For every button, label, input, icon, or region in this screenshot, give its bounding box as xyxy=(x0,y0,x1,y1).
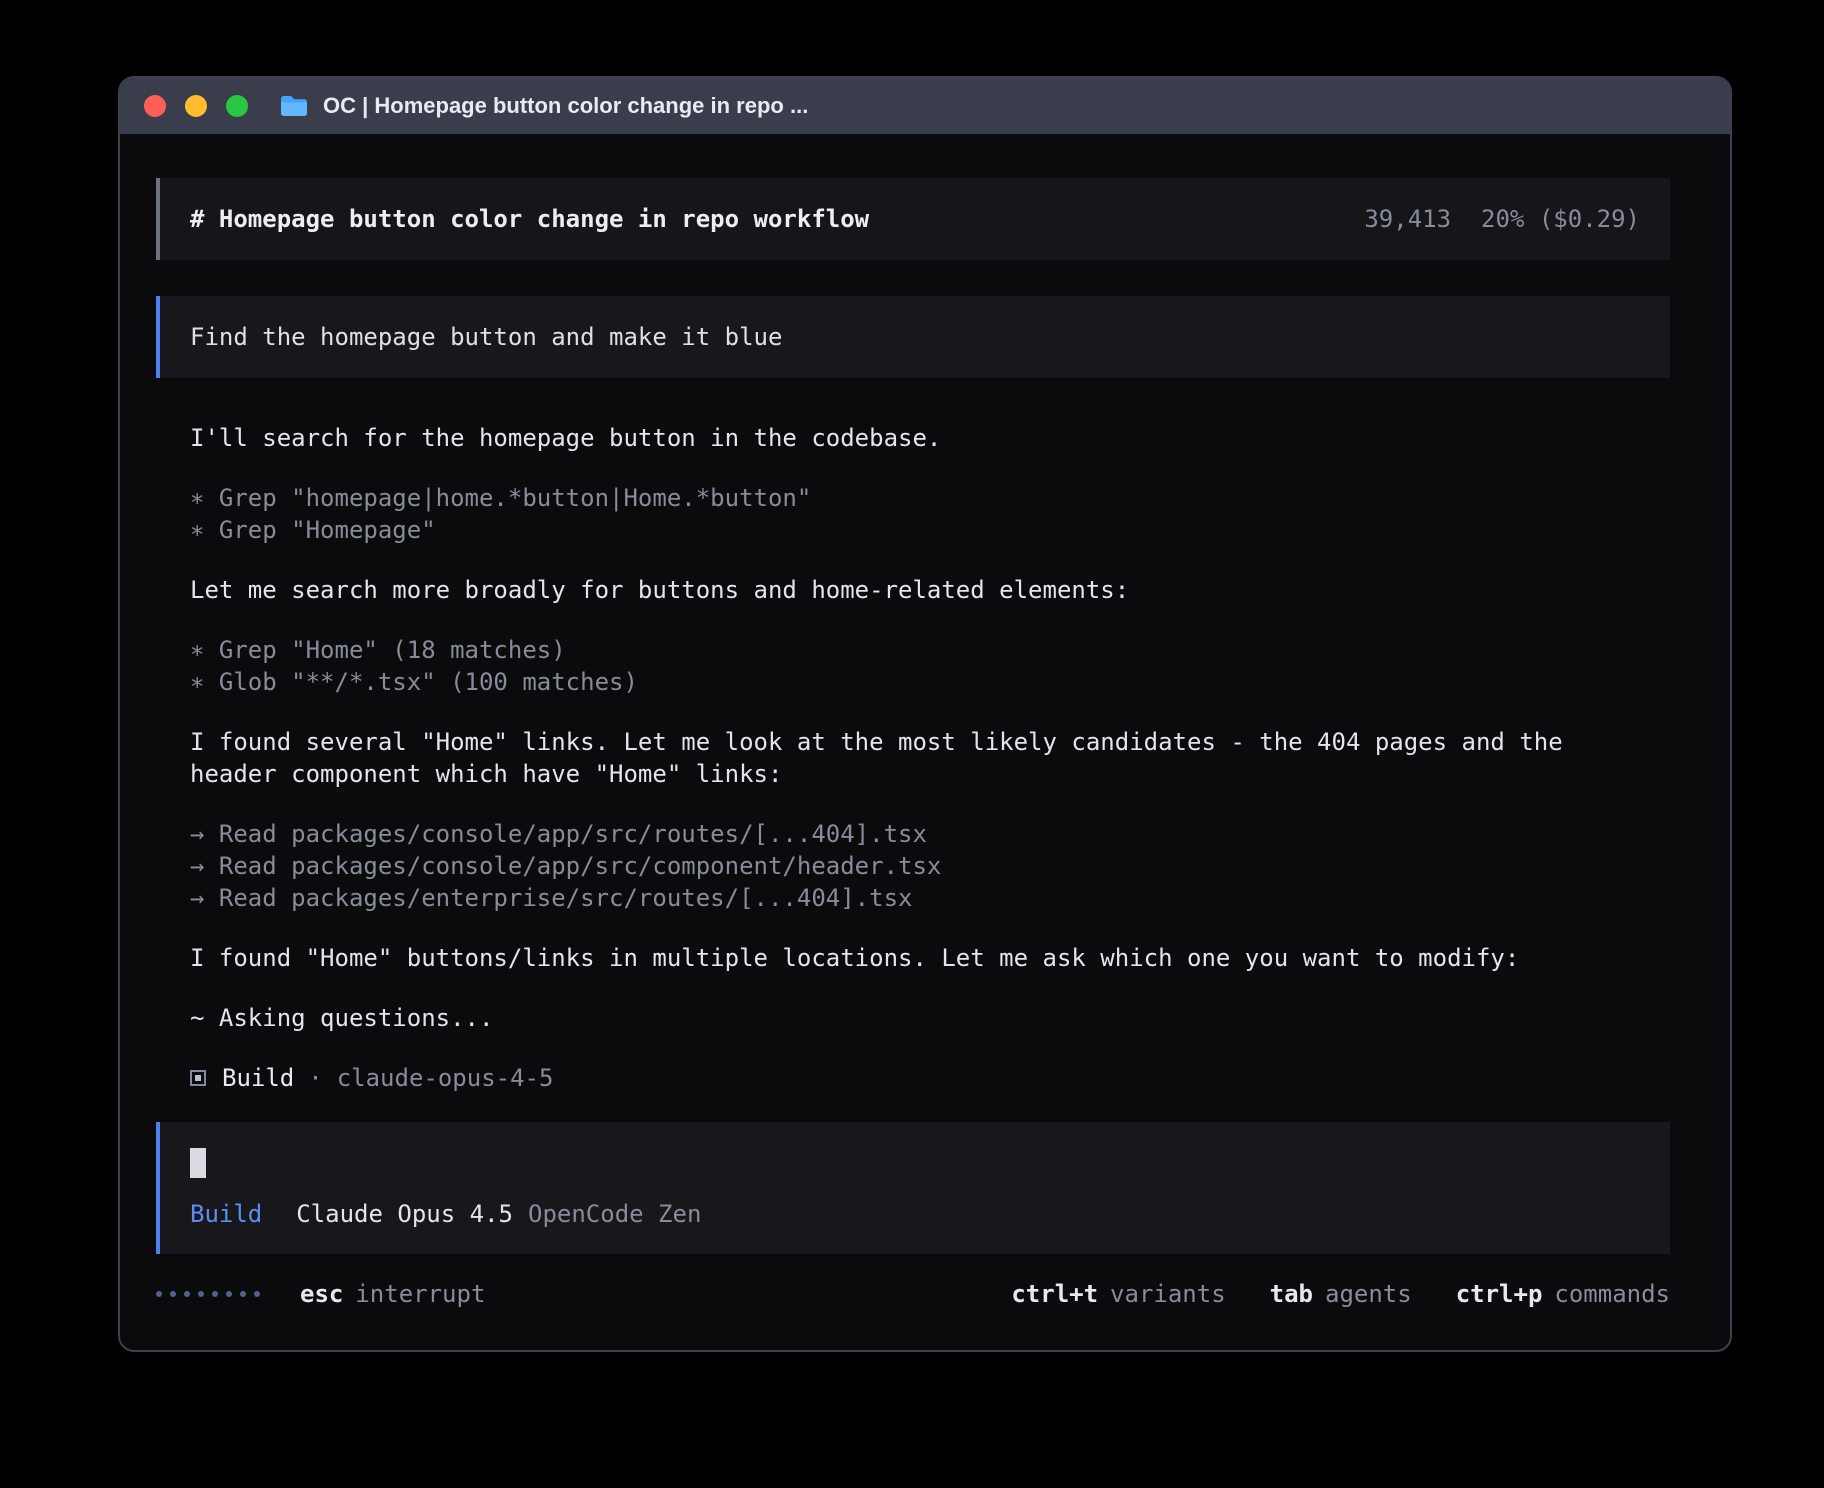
assistant-text-broaden: Let me search more broadly for buttons a… xyxy=(190,574,1642,606)
session-header: # Homepage button color change in repo w… xyxy=(156,178,1670,260)
input-meta: Build Claude Opus 4.5 OpenCode Zen xyxy=(190,1198,1640,1230)
shortcut-key: ctrl+t xyxy=(1011,1278,1098,1310)
folder-icon xyxy=(279,94,309,118)
minimize-button[interactable] xyxy=(185,95,207,117)
shortcut-label: agents xyxy=(1325,1278,1412,1310)
status-bar-left: esc interrupt xyxy=(156,1278,485,1310)
status-bar-right: ctrl+t variants tab agents ctrl+p comman… xyxy=(1011,1278,1670,1310)
session-title: # Homepage button color change in repo w… xyxy=(190,205,869,233)
token-count: 39,413 xyxy=(1364,205,1451,233)
esc-key-label: interrupt xyxy=(355,1278,485,1310)
window-titlebar[interactable]: OC | Homepage button color change in rep… xyxy=(120,78,1730,134)
assistant-text-ask: I found "Home" buttons/links in multiple… xyxy=(190,942,1642,974)
agent-name: Build xyxy=(222,1062,294,1094)
agent-model: claude-opus-4-5 xyxy=(337,1062,554,1094)
user-message: Find the homepage button and make it blu… xyxy=(156,296,1670,378)
assistant-transcript: I'll search for the homepage button in t… xyxy=(190,422,1670,1094)
traffic-lights xyxy=(144,95,267,117)
text-cursor xyxy=(190,1148,206,1178)
shortcut-label: variants xyxy=(1110,1278,1226,1310)
mode-label[interactable]: Build xyxy=(190,1198,262,1230)
user-message-text: Find the homepage button and make it blu… xyxy=(190,323,782,351)
tool-call-read: → Read packages/enterprise/src/routes/[.… xyxy=(190,882,1670,914)
tool-call-grep: ∗ Grep "Homepage" xyxy=(190,514,1670,546)
esc-key-hint: esc xyxy=(300,1278,343,1310)
window-title: OC | Homepage button color change in rep… xyxy=(323,93,808,119)
status-bar: esc interrupt ctrl+t variants tab agents… xyxy=(156,1278,1670,1310)
shortcut-label: commands xyxy=(1554,1278,1670,1310)
zoom-button[interactable] xyxy=(226,95,248,117)
build-mode-icon xyxy=(190,1070,206,1086)
provider-label: OpenCode Zen xyxy=(528,1198,701,1230)
spinner xyxy=(156,1291,260,1297)
agent-row: Build · claude-opus-4-5 xyxy=(190,1062,1670,1094)
assistant-text-intro: I'll search for the homepage button in t… xyxy=(190,422,1642,454)
terminal-window: OC | Homepage button color change in rep… xyxy=(118,76,1732,1352)
tool-call-grep: ∗ Grep "homepage|home.*button|Home.*butt… xyxy=(190,482,1670,514)
status-line: ~ Asking questions... xyxy=(190,1002,1642,1034)
tool-call-read: → Read packages/console/app/src/routes/[… xyxy=(190,818,1670,850)
close-button[interactable] xyxy=(144,95,166,117)
prompt-input[interactable]: Build Claude Opus 4.5 OpenCode Zen xyxy=(156,1122,1670,1254)
tool-call-glob: ∗ Glob "**/*.tsx" (100 matches) xyxy=(190,666,1670,698)
context-usage: 20% ($0.29) xyxy=(1481,205,1640,233)
shortcut-variants: ctrl+t variants xyxy=(1011,1278,1225,1310)
session-stats: 39,413 20% ($0.29) xyxy=(1364,205,1640,233)
model-label[interactable]: Claude Opus 4.5 xyxy=(296,1198,513,1230)
shortcut-key: tab xyxy=(1270,1278,1313,1310)
terminal-content: # Homepage button color change in repo w… xyxy=(120,134,1730,1352)
shortcut-key: ctrl+p xyxy=(1456,1278,1543,1310)
shortcut-commands: ctrl+p commands xyxy=(1456,1278,1670,1310)
tool-call-grep: ∗ Grep "Home" (18 matches) xyxy=(190,634,1670,666)
assistant-text-candidates: I found several "Home" links. Let me loo… xyxy=(190,726,1642,790)
tool-call-group: → Read packages/console/app/src/routes/[… xyxy=(190,818,1670,914)
shortcut-agents: tab agents xyxy=(1270,1278,1412,1310)
tool-call-group: ∗ Grep "Home" (18 matches) ∗ Glob "**/*.… xyxy=(190,634,1670,698)
agent-separator: · xyxy=(308,1062,322,1094)
tool-call-read: → Read packages/console/app/src/componen… xyxy=(190,850,1670,882)
tool-call-group: ∗ Grep "homepage|home.*button|Home.*butt… xyxy=(190,482,1670,546)
